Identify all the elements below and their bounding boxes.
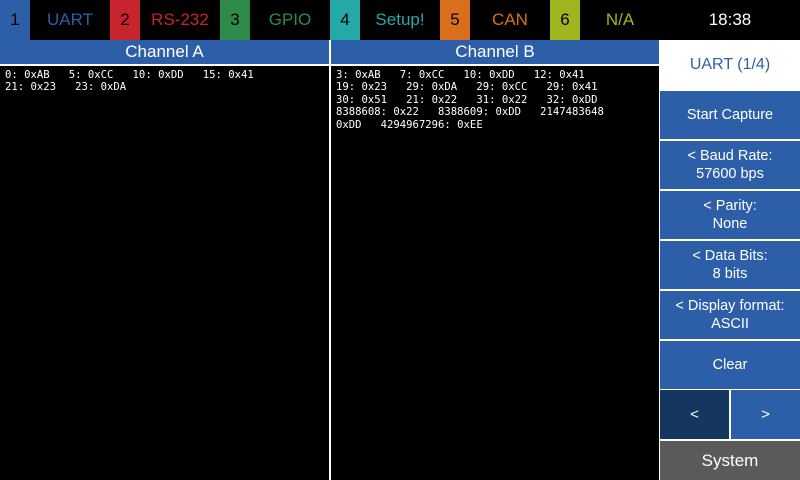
log-line: 30: 0x51 21: 0x22 31: 0x22 32: 0xDD xyxy=(336,93,598,106)
display-format-label: < Display format: xyxy=(675,298,785,314)
log-line: 21: 0x23 23: 0xDA xyxy=(5,81,127,94)
tab-number: 6 xyxy=(550,0,580,40)
tab-label: CAN xyxy=(470,0,550,40)
tab-bar: 1 UART 2 RS-232 3 GPIO 4 Setup! 5 CAN 6 … xyxy=(0,0,660,40)
parity-value: None xyxy=(712,216,748,232)
tab-label: RS-232 xyxy=(140,0,220,40)
tab-can[interactable]: 5 CAN xyxy=(440,0,550,40)
parity-button[interactable]: < Parity: None xyxy=(660,191,800,239)
data-bits-value: 8 bits xyxy=(712,266,748,282)
button-label: System xyxy=(701,450,759,470)
data-bits-button[interactable]: < Data Bits: 8 bits xyxy=(660,241,800,289)
button-label: Clear xyxy=(712,357,748,373)
display-format-value: ASCII xyxy=(711,316,749,332)
channel-b-panel: Channel B 3: 0xAB 7: 0xCC 10: 0xDD 12: 0… xyxy=(331,40,659,480)
data-bits-label: < Data Bits: xyxy=(692,248,768,264)
log-line: 8388608: 0x22 8388609: 0xDD 2147483648 xyxy=(336,106,604,119)
channel-b-log[interactable]: 3: 0xAB 7: 0xCC 10: 0xDD 12: 0x41 19: 0x2… xyxy=(331,64,659,478)
tab-na[interactable]: 6 N/A xyxy=(550,0,660,40)
display-format-button[interactable]: < Display format: ASCII xyxy=(660,291,800,339)
tab-label: Setup! xyxy=(360,0,440,40)
system-button[interactable]: System xyxy=(660,441,800,480)
next-page-button[interactable]: > xyxy=(731,390,800,439)
channel-a-title: Channel A xyxy=(0,40,329,64)
parity-label: < Parity: xyxy=(703,198,757,214)
side-menu: UART (1/4) Start Capture < Baud Rate: 57… xyxy=(660,40,800,480)
menu-title: UART (1/4) xyxy=(660,40,800,90)
chevron-right-icon: > xyxy=(761,406,770,423)
tab-number: 2 xyxy=(110,0,140,40)
tab-label: UART xyxy=(30,0,110,40)
tab-label: GPIO xyxy=(250,0,330,40)
log-line: 19: 0x23 29: 0xDA 29: 0xCC 29: 0x41 xyxy=(336,81,598,94)
start-capture-button[interactable]: Start Capture xyxy=(660,91,800,139)
log-line: 3: 0xAB 7: 0xCC 10: 0xDD 12: 0x41 xyxy=(336,69,585,81)
clock: 18:38 xyxy=(660,0,800,40)
chevron-left-icon: < xyxy=(690,406,699,423)
baud-rate-button[interactable]: < Baud Rate: 57600 bps xyxy=(660,141,800,189)
tab-rs232[interactable]: 2 RS-232 xyxy=(110,0,220,40)
prev-page-button[interactable]: < xyxy=(660,390,729,439)
tab-gpio[interactable]: 3 GPIO xyxy=(220,0,330,40)
baud-rate-label: < Baud Rate: xyxy=(687,148,773,164)
baud-rate-value: 57600 bps xyxy=(696,166,764,182)
tab-number: 4 xyxy=(330,0,360,40)
channel-a-panel: Channel A 0: 0xAB 5: 0xCC 10: 0xDD 15: 0… xyxy=(0,40,329,480)
button-label: Start Capture xyxy=(686,107,774,123)
tab-setup[interactable]: 4 Setup! xyxy=(330,0,440,40)
tab-uart[interactable]: 1 UART xyxy=(0,0,110,40)
log-line: 0: 0xAB 5: 0xCC 10: 0xDD 15: 0x41 xyxy=(5,69,254,81)
log-line: 0xDD 4294967296: 0xEE xyxy=(336,118,483,131)
tab-number: 5 xyxy=(440,0,470,40)
tab-number: 1 xyxy=(0,0,30,40)
tab-label: N/A xyxy=(580,0,660,40)
tab-number: 3 xyxy=(220,0,250,40)
channel-a-log[interactable]: 0: 0xAB 5: 0xCC 10: 0xDD 15: 0x41 21: 0x2… xyxy=(0,64,329,478)
clear-button[interactable]: Clear xyxy=(660,341,800,389)
channel-b-title: Channel B xyxy=(331,40,659,64)
